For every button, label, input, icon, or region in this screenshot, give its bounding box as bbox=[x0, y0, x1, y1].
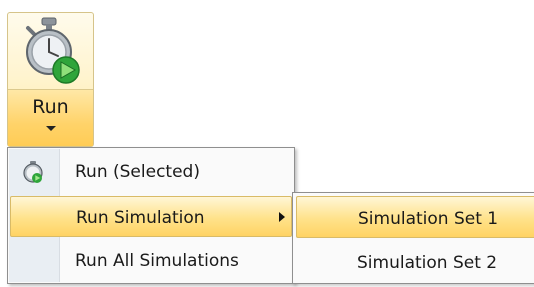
run-split-button[interactable]: Run bbox=[7, 12, 94, 147]
stopwatch-icon bbox=[23, 161, 43, 183]
stopwatch-play-icon bbox=[26, 17, 80, 84]
chevron-right-icon bbox=[279, 212, 285, 222]
run-dropdown-menu: Run (Selected) Run Simulation Run All Si… bbox=[7, 147, 295, 284]
submenu-item-simulation-set-2[interactable]: Simulation Set 2 bbox=[296, 241, 534, 283]
run-button-label: Run bbox=[32, 96, 69, 118]
menu-item-label: Run Simulation bbox=[76, 208, 205, 228]
run-simulation-submenu: Simulation Set 1 Simulation Set 2 bbox=[292, 192, 534, 284]
submenu-item-label: Simulation Set 2 bbox=[357, 253, 498, 273]
submenu-item-label: Simulation Set 1 bbox=[358, 209, 499, 229]
menu-item-label: Run (Selected) bbox=[75, 162, 200, 182]
menu-item-run-all-simulations[interactable]: Run All Simulations bbox=[10, 240, 292, 281]
run-button-main[interactable] bbox=[8, 13, 93, 90]
menu-item-label: Run All Simulations bbox=[75, 251, 239, 271]
run-dropdown-toggle[interactable]: Run bbox=[8, 90, 93, 146]
chevron-down-icon bbox=[46, 126, 56, 131]
menu-item-run-selected[interactable]: Run (Selected) bbox=[10, 151, 292, 192]
menu-item-run-simulation[interactable]: Run Simulation bbox=[10, 196, 292, 237]
submenu-item-simulation-set-1[interactable]: Simulation Set 1 bbox=[296, 196, 534, 238]
